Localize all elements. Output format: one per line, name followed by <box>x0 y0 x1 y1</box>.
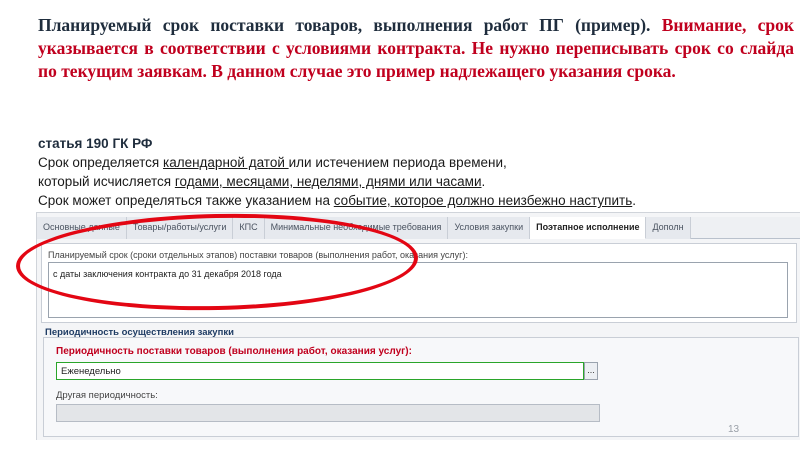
tab-additional[interactable]: Дополн <box>646 217 691 239</box>
article-line-2: который исчисляется годами, месяцами, не… <box>38 172 798 191</box>
tab-stage-execution[interactable]: Поэтапное исполнение <box>530 217 647 239</box>
periodicity-label: Периодичность поставки товаров (выполнен… <box>56 346 412 357</box>
other-periodicity-field[interactable] <box>56 404 600 422</box>
article-text: Срок определяется <box>38 155 163 170</box>
article-text: Срок может определяться также указанием … <box>38 193 334 208</box>
periodicity-panel: Периодичность поставки товаров (выполнен… <box>43 337 799 437</box>
article-line-3: Срок может определяться также указанием … <box>38 191 798 210</box>
article-text: . <box>481 174 486 189</box>
article-underlined: событие, которое должно неизбежно наступ… <box>333 193 633 208</box>
article-text: который исчисляется <box>38 174 175 189</box>
article-title: статья 190 ГК РФ <box>38 136 153 151</box>
other-periodicity-label: Другая периодичность: <box>56 390 158 401</box>
article-text: или истечением периода времени, <box>288 155 507 170</box>
tab-purchase-terms[interactable]: Условия закупки <box>448 217 531 239</box>
article-190: статья 190 ГК РФ Срок определяется кален… <box>38 134 798 210</box>
periodicity-field[interactable]: Еженедельно <box>56 362 584 380</box>
slide-heading: Планируемый срок поставки товаров, выпол… <box>38 14 794 83</box>
article-underlined: годами, месяцами, неделями, днями или ча… <box>174 174 482 189</box>
article-text: . <box>632 193 637 208</box>
slide-number: 13 <box>728 424 740 435</box>
heading-title: Планируемый срок поставки товаров, выпол… <box>38 15 651 35</box>
article-underlined: календарной датой <box>163 155 289 170</box>
article-line-1: Срок определяется календарной датой или … <box>38 153 798 172</box>
periodicity-select-button[interactable]: ... <box>584 362 598 380</box>
